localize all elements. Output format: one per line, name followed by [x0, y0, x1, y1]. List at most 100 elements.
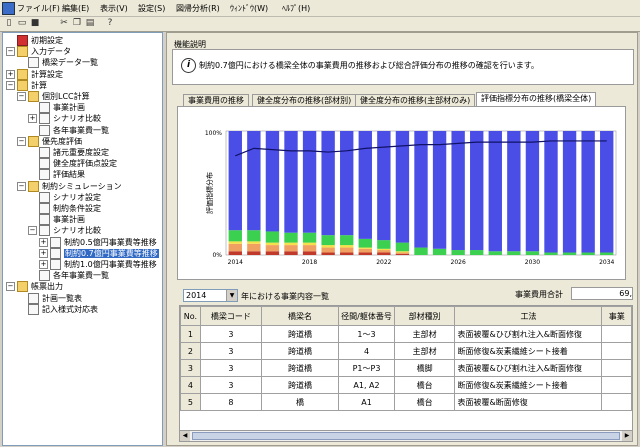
collapse-icon[interactable]: −	[17, 136, 26, 146]
tree-item[interactable]: + 制約1.0億円事業費等推移	[39, 259, 157, 270]
table-cell[interactable]: 2	[180, 342, 201, 360]
table-row[interactable]: 4 3 跨道橋 A1, A2 橋台 断面修復&炭素繊維シート接着	[180, 376, 632, 394]
tree-item[interactable]: 事業計画	[28, 214, 85, 226]
table-cell[interactable]: 1	[180, 325, 201, 343]
tree-item[interactable]: シナリオ設定	[28, 191, 101, 203]
tree-item[interactable]: − 帳票出力	[6, 281, 63, 293]
tab-health-by-member[interactable]: 健全度分布の推移(部材別)	[252, 94, 357, 106]
scroll-right-icon[interactable]: ▶	[622, 431, 632, 441]
table-cell[interactable]	[601, 359, 632, 377]
tab-cost-trend[interactable]: 事業費用の推移	[183, 94, 249, 106]
tab-health-main-member[interactable]: 健全度分布の推移(主部材のみ)	[355, 94, 476, 106]
menu-analysis[interactable]: 図帰分析(R)	[176, 3, 220, 14]
col-span-number[interactable]: 径間/躯体番号	[338, 306, 395, 326]
copy-icon[interactable]: ❐	[71, 18, 83, 29]
table-cell[interactable]: 主部材	[393, 342, 456, 360]
table-cell[interactable]: 5	[180, 393, 201, 411]
tree-item[interactable]: − 制約シミュレーション	[17, 180, 122, 192]
tree-item[interactable]: − 個別LCC計算	[17, 91, 90, 102]
collapse-icon[interactable]: −	[6, 47, 15, 57]
table-cell[interactable]	[601, 376, 632, 394]
tree-item[interactable]: 各年事業費一覧	[28, 124, 109, 136]
col-member-type[interactable]: 部材種別	[393, 306, 456, 326]
table-cell[interactable]: 橋台	[393, 393, 456, 411]
col-bridge-name[interactable]: 橋梁名	[260, 306, 340, 326]
menu-view[interactable]: 表示(V)	[100, 3, 128, 14]
table-cell[interactable]: 4	[338, 342, 395, 360]
table-cell[interactable]	[601, 325, 632, 343]
table-cell[interactable]: A1, A2	[338, 376, 395, 394]
table-cell[interactable]: 1～3	[338, 325, 395, 343]
tree-item[interactable]: − 入力データ	[6, 46, 71, 58]
collapse-icon[interactable]: −	[17, 181, 26, 191]
table-cell[interactable]: 表面被覆&断面修復	[454, 393, 603, 411]
tree-item[interactable]: 各年事業費一覧	[28, 270, 109, 282]
expand-icon[interactable]: +	[39, 260, 48, 269]
tree-item[interactable]: − 優先度評価	[17, 135, 82, 147]
tree-item[interactable]: 計画一覧表	[17, 292, 82, 304]
tree-item[interactable]: 事業計画	[28, 102, 85, 114]
col-method[interactable]: 工法	[454, 306, 603, 326]
table-cell[interactable]: 8	[199, 393, 262, 411]
tree-item[interactable]: 健全度評価点設定	[28, 158, 117, 170]
paste-icon[interactable]: ▤	[84, 18, 96, 29]
tree-item[interactable]: 制約条件設定	[28, 203, 101, 214]
tab-index-distribution[interactable]: 評価指標分布の推移(橋梁全体)	[476, 92, 597, 106]
table-cell[interactable]	[601, 342, 632, 360]
new-icon[interactable]: ▯	[3, 18, 15, 29]
table-row[interactable]: 1 3 跨道橋 1～3 主部材 表面被覆&ひび割れ注入&断面修復	[180, 325, 632, 343]
table-cell[interactable]: 4	[180, 376, 201, 394]
col-no[interactable]: No.	[180, 306, 201, 326]
col-bridge-code[interactable]: 橋梁コード	[199, 306, 262, 326]
table-cell[interactable]: 跨道橋	[260, 376, 340, 394]
table-cell[interactable]: 表面被覆&ひび割れ注入&断面修復	[454, 359, 603, 377]
expand-icon[interactable]: +	[6, 69, 15, 79]
table-cell[interactable]: 跨道橋	[260, 342, 340, 360]
scroll-thumb[interactable]	[192, 432, 620, 440]
collapse-icon[interactable]: −	[28, 226, 37, 236]
tree-item[interactable]: + 制約0.7億円事業費等推移	[39, 247, 159, 259]
tree-item[interactable]: − 計算	[6, 79, 47, 91]
table-cell[interactable]: 3	[180, 359, 201, 377]
tree-item[interactable]: − シナリオ比較	[28, 225, 101, 237]
table-cell[interactable]: 3	[199, 359, 262, 377]
table-cell[interactable]: 表面被覆&ひび割れ注入&断面修復	[454, 325, 603, 343]
table-cell[interactable]: 跨道橋	[260, 325, 340, 343]
tree-item[interactable]: 初期設定	[6, 35, 63, 46]
table-cell[interactable]: 3	[199, 376, 262, 394]
table-cell[interactable]: 主部材	[393, 325, 456, 343]
table-cell[interactable]: 橋台	[393, 376, 456, 394]
table-row[interactable]: 2 3 跨道橋 4 主部材 断面修復&炭素繊維シート接着	[180, 342, 632, 360]
table-cell[interactable]: 橋脚	[393, 359, 456, 377]
tree-item[interactable]: + 計算設定	[6, 68, 63, 80]
scroll-left-icon[interactable]: ◀	[180, 431, 190, 441]
tree-item[interactable]: 諸元重要度設定	[28, 147, 109, 158]
tree-item[interactable]: 評価結果	[28, 169, 85, 181]
table-cell[interactable]: 3	[199, 325, 262, 343]
year-select[interactable]: 2014 ▼	[183, 289, 238, 302]
horizontal-scrollbar[interactable]: ◀ ▶	[179, 430, 633, 442]
tree-item[interactable]: + 制約0.5億円事業費等推移	[39, 236, 157, 248]
help-icon[interactable]: ?	[104, 18, 116, 29]
menu-settings[interactable]: 設定(S)	[138, 3, 165, 14]
table-row[interactable]: 5 8 橋 A1 橋台 表面被覆&断面修復	[180, 393, 632, 411]
collapse-icon[interactable]: −	[17, 92, 26, 101]
menu-window[interactable]: ｳｨﾝﾄﾞｳ(W)	[230, 3, 268, 14]
table-cell[interactable]: 断面修復&炭素繊維シート接着	[454, 376, 603, 394]
chevron-down-icon[interactable]: ▼	[226, 290, 237, 301]
expand-icon[interactable]: +	[28, 114, 37, 124]
expand-icon[interactable]: +	[39, 237, 48, 247]
table-row[interactable]: 3 3 跨道橋 P1～P3 橋脚 表面被覆&ひび割れ注入&断面修復	[180, 359, 632, 377]
expand-icon[interactable]: +	[39, 248, 48, 258]
menu-edit[interactable]: 編集(E)	[62, 3, 89, 14]
tree-item[interactable]: + シナリオ比較	[28, 113, 101, 125]
menu-file[interactable]: ファイル(F)	[17, 3, 60, 14]
collapse-icon[interactable]: −	[6, 80, 15, 90]
cut-icon[interactable]: ✂	[58, 18, 70, 29]
menu-help[interactable]: ﾍﾙﾌﾟ(H)	[282, 3, 310, 14]
table-cell[interactable]: P1～P3	[338, 359, 395, 377]
collapse-icon[interactable]: −	[6, 282, 15, 292]
table-cell[interactable]	[601, 393, 632, 411]
table-cell[interactable]: 橋	[260, 393, 340, 411]
table-cell[interactable]: 3	[199, 342, 262, 360]
